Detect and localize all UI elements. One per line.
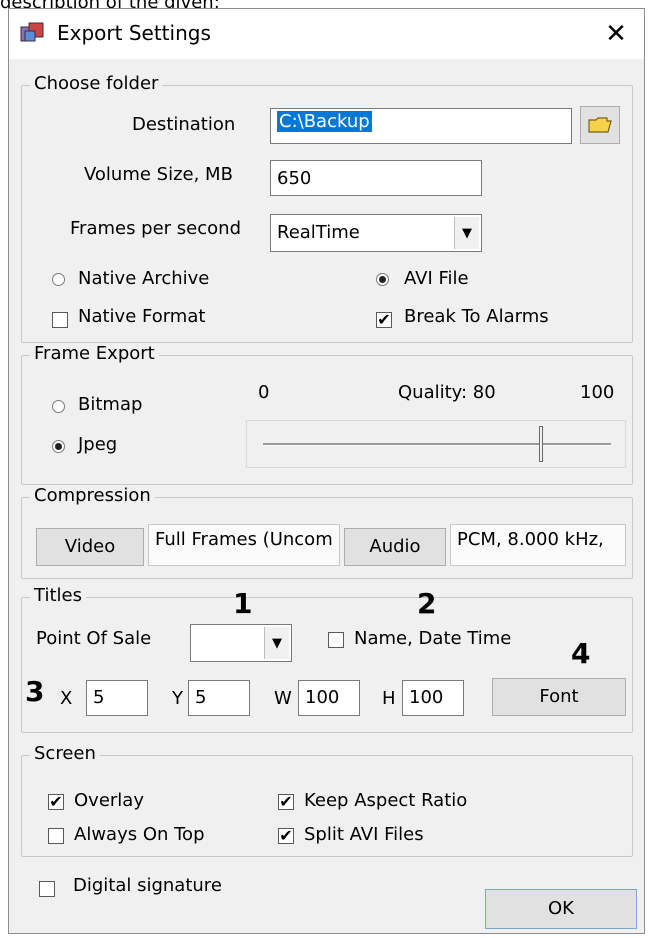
name-date-time-checkbox[interactable] — [328, 632, 344, 648]
point-of-sale-select[interactable]: ▼ — [190, 624, 292, 662]
volume-size-label: Volume Size, MB — [84, 164, 233, 185]
audio-button[interactable]: Audio — [344, 528, 446, 566]
split-avi-checkbox[interactable]: ✔ — [278, 828, 294, 844]
avi-file-radio[interactable] — [376, 273, 389, 286]
fps-value: RealTime — [277, 222, 360, 243]
annotation-3: 3 — [25, 675, 45, 708]
w-label: W — [274, 688, 292, 709]
export-settings-dialog: Export Settings ✕ Choose folder Destinat… — [8, 8, 645, 934]
point-of-sale-label: Point Of Sale — [36, 628, 152, 649]
video-codec-field: Full Frames (Uncom — [148, 524, 340, 566]
always-on-top-checkbox[interactable] — [48, 828, 64, 844]
destination-value: C:\Backup — [277, 111, 372, 132]
quality-slider[interactable] — [246, 420, 626, 468]
folder-icon — [588, 117, 612, 133]
frame-export-label: Frame Export — [30, 343, 159, 364]
fps-label: Frames per second — [70, 218, 241, 239]
avi-file-label: AVI File — [404, 268, 469, 289]
x-label: X — [60, 688, 73, 709]
quality-max-label: 100 — [580, 382, 615, 403]
annotation-1: 1 — [233, 587, 253, 620]
h-input[interactable]: 100 — [402, 680, 464, 716]
screen-label: Screen — [30, 743, 100, 764]
y-label: Y — [172, 688, 183, 709]
browse-folder-button[interactable] — [580, 106, 620, 144]
w-input[interactable]: 100 — [298, 680, 360, 716]
close-button[interactable]: ✕ — [596, 15, 636, 53]
title-bar: Export Settings ✕ — [9, 9, 644, 59]
y-input[interactable]: 5 — [188, 680, 250, 716]
chevron-down-icon: ▼ — [264, 627, 289, 659]
choose-folder-label: Choose folder — [30, 73, 163, 94]
always-on-top-label: Always On Top — [74, 824, 205, 845]
name-date-time-label: Name, Date Time — [354, 628, 512, 649]
quality-label: Quality: 80 — [398, 382, 496, 403]
slider-track — [263, 443, 611, 446]
video-button[interactable]: Video — [36, 528, 144, 566]
titles-group: Titles Point Of Sale ▼ Name, Date Time X… — [21, 585, 633, 733]
compression-label: Compression — [30, 485, 155, 506]
native-archive-label: Native Archive — [78, 268, 210, 289]
compression-group: Compression Video Full Frames (Uncom Aud… — [21, 485, 633, 579]
keep-aspect-ratio-label: Keep Aspect Ratio — [304, 790, 468, 811]
break-alarms-checkbox[interactable]: ✔ — [376, 312, 392, 328]
h-label: H — [382, 688, 396, 709]
fps-select[interactable]: RealTime ▼ — [270, 214, 482, 252]
bitmap-label: Bitmap — [78, 394, 143, 415]
ok-button[interactable]: OK — [485, 889, 637, 929]
break-alarms-label: Break To Alarms — [404, 306, 549, 327]
choose-folder-group: Choose folder Destination C:\Backup Volu… — [21, 73, 633, 343]
native-archive-radio[interactable] — [52, 273, 65, 286]
overlay-checkbox[interactable]: ✔ — [48, 794, 64, 810]
native-format-label: Native Format — [78, 306, 206, 327]
chevron-down-icon: ▼ — [454, 217, 479, 249]
font-button[interactable]: Font — [492, 678, 626, 716]
split-avi-label: Split AVI Files — [304, 824, 424, 845]
overlay-label: Overlay — [74, 790, 144, 811]
destination-input[interactable]: C:\Backup — [270, 108, 572, 144]
audio-codec-field: PCM, 8.000 kHz, — [450, 524, 626, 566]
annotation-2: 2 — [417, 587, 437, 620]
bitmap-radio[interactable] — [52, 400, 65, 413]
destination-label: Destination — [132, 114, 236, 135]
keep-aspect-ratio-checkbox[interactable]: ✔ — [278, 794, 294, 810]
jpeg-radio[interactable] — [52, 440, 65, 453]
jpeg-label: Jpeg — [78, 434, 118, 455]
quality-min-label: 0 — [258, 382, 270, 403]
native-format-checkbox[interactable] — [52, 312, 68, 328]
titles-label: Titles — [30, 585, 86, 606]
app-icon — [20, 22, 44, 42]
digital-signature-checkbox[interactable] — [39, 881, 55, 897]
digital-signature-label: Digital signature — [73, 875, 222, 896]
annotation-4: 4 — [571, 637, 591, 670]
volume-size-input[interactable]: 650 — [270, 160, 482, 196]
x-input[interactable]: 5 — [86, 680, 148, 716]
window-title: Export Settings — [57, 21, 211, 45]
screen-group: Screen ✔ Overlay Always On Top ✔ Keep As… — [21, 743, 633, 857]
slider-thumb[interactable] — [539, 426, 544, 462]
frame-export-group: Frame Export Bitmap Jpeg 0 Quality: 80 1… — [21, 343, 633, 485]
